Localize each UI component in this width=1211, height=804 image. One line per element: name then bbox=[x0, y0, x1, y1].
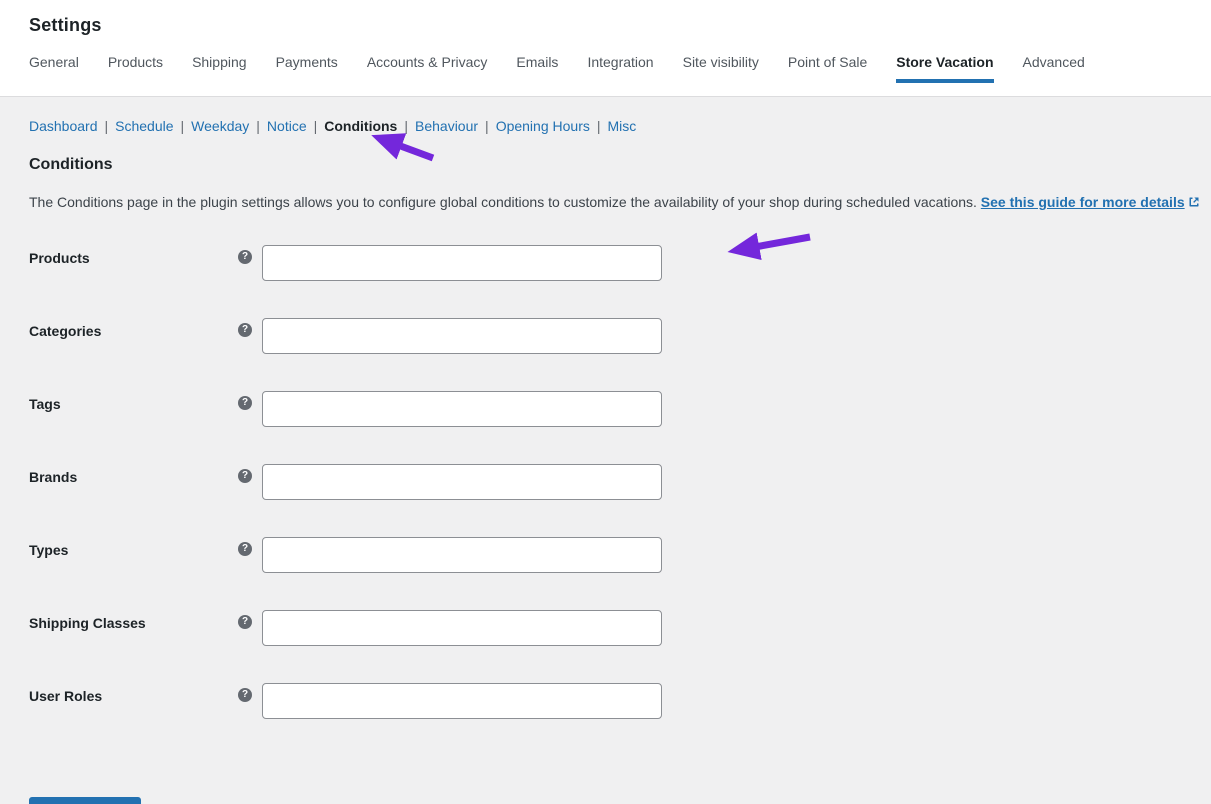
subnav-item-weekday[interactable]: Weekday bbox=[191, 118, 249, 134]
help-icon[interactable]: ? bbox=[238, 249, 252, 264]
conditions-form: Products ? Categories ? Tags ? Brands ? bbox=[29, 244, 1211, 804]
tags-label: Tags bbox=[29, 395, 61, 412]
form-row-products: Products ? bbox=[29, 244, 1211, 281]
tab-advanced[interactable]: Advanced bbox=[1023, 54, 1085, 83]
user-roles-label: User Roles bbox=[29, 687, 103, 704]
subnav-item-misc[interactable]: Misc bbox=[608, 118, 637, 134]
brands-label: Brands bbox=[29, 468, 78, 485]
help-icon[interactable]: ? bbox=[238, 687, 252, 702]
save-changes-button[interactable]: Save changes bbox=[29, 796, 142, 804]
guide-link[interactable]: See this guide for more details bbox=[981, 194, 1200, 210]
tab-integration[interactable]: Integration bbox=[587, 54, 653, 83]
store-vacation-subnav: Dashboard | Schedule | Weekday | Notice | Condit… bbox=[0, 97, 1211, 134]
tab-accounts-privacy[interactable]: Accounts & Privacy bbox=[367, 54, 488, 83]
section-heading: Conditions bbox=[29, 156, 113, 173]
subnav-separator: | bbox=[104, 118, 109, 134]
subnav-item-schedule[interactable]: Schedule bbox=[115, 118, 173, 134]
types-label: Types bbox=[29, 541, 69, 558]
section-description: The Conditions page in the plugin settin… bbox=[29, 194, 1211, 211]
brands-input[interactable] bbox=[262, 463, 662, 500]
form-row-shipping-classes: Shipping Classes ? bbox=[29, 609, 1211, 646]
user-roles-input[interactable] bbox=[262, 682, 662, 719]
categories-input[interactable] bbox=[262, 317, 662, 354]
tab-point-of-sale[interactable]: Point of Sale bbox=[788, 54, 867, 83]
settings-page: Settings General Products Shipping Payme… bbox=[0, 0, 1211, 804]
help-icon[interactable]: ? bbox=[238, 322, 252, 337]
settings-tabbar: General Products Shipping Payments Accou… bbox=[29, 36, 1211, 83]
tab-general[interactable]: General bbox=[29, 54, 79, 83]
form-row-categories: Categories ? bbox=[29, 317, 1211, 354]
subnav-item-dashboard[interactable]: Dashboard bbox=[29, 118, 98, 134]
subnav-separator: | bbox=[485, 118, 489, 134]
form-row-brands: Brands ? bbox=[29, 463, 1211, 500]
types-input[interactable] bbox=[262, 536, 662, 573]
help-icon[interactable]: ? bbox=[238, 468, 252, 483]
tab-emails[interactable]: Emails bbox=[516, 54, 558, 83]
conditions-content: Conditions The Conditions page in the pl… bbox=[0, 156, 1211, 804]
external-link-icon bbox=[1189, 197, 1199, 207]
subnav-item-notice[interactable]: Notice bbox=[267, 118, 307, 134]
products-label: Products bbox=[29, 249, 90, 266]
subnav-item-behaviour[interactable]: Behaviour bbox=[415, 118, 478, 134]
page-title: Settings bbox=[29, 15, 102, 35]
form-row-tags: Tags ? bbox=[29, 390, 1211, 427]
tab-site-visibility[interactable]: Site visibility bbox=[683, 54, 759, 83]
tab-store-vacation[interactable]: Store Vacation bbox=[896, 54, 994, 83]
shipping-classes-label: Shipping Classes bbox=[29, 614, 146, 631]
description-text: The Conditions page in the plugin settin… bbox=[29, 194, 977, 210]
subnav-separator: | bbox=[180, 118, 185, 134]
subnav-item-opening-hours[interactable]: Opening Hours bbox=[496, 118, 590, 134]
help-icon[interactable]: ? bbox=[238, 614, 252, 629]
subnav-separator: | bbox=[313, 118, 318, 134]
help-icon[interactable]: ? bbox=[238, 395, 252, 410]
guide-link-label: See this guide for more details bbox=[980, 194, 1185, 210]
subnav-separator: | bbox=[256, 118, 260, 134]
form-row-types: Types ? bbox=[29, 536, 1211, 573]
form-row-user-roles: User Roles ? bbox=[29, 682, 1211, 719]
subnav-item-conditions[interactable]: Conditions bbox=[324, 118, 397, 134]
products-input[interactable] bbox=[262, 244, 662, 281]
tab-payments[interactable]: Payments bbox=[276, 54, 338, 83]
subnav-separator: | bbox=[404, 118, 408, 134]
settings-header: Settings General Products Shipping Payme… bbox=[0, 0, 1211, 97]
shipping-classes-input[interactable] bbox=[262, 609, 662, 646]
tab-shipping[interactable]: Shipping bbox=[192, 54, 247, 83]
tab-products[interactable]: Products bbox=[108, 54, 163, 83]
subnav-separator: | bbox=[596, 118, 601, 134]
help-icon[interactable]: ? bbox=[238, 541, 252, 556]
tags-input[interactable] bbox=[262, 390, 662, 427]
categories-label: Categories bbox=[29, 322, 102, 339]
